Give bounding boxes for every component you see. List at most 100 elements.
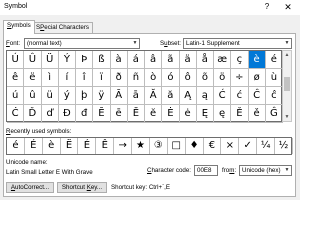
character-code-input[interactable]: 00E8 [194, 165, 218, 176]
scroll-up-icon[interactable]: ▲ [283, 51, 291, 59]
scroll-thumb[interactable] [284, 77, 290, 91]
recent-symbol[interactable]: € [204, 138, 222, 154]
recent-symbol[interactable]: Ê [96, 138, 115, 154]
symbol-cell[interactable]: ê [7, 69, 25, 87]
shortcut-key-button[interactable]: Shortcut Key... [57, 182, 107, 193]
help-button[interactable]: ? [262, 2, 272, 12]
symbol-cell[interactable]: ÿ [93, 87, 111, 105]
symbol-cell[interactable]: ö [214, 69, 232, 87]
font-label: Font: [6, 40, 20, 47]
symbol-cell[interactable]: Ü [41, 51, 59, 69]
symbol-cell[interactable]: đ [76, 105, 94, 123]
symbol-cell[interactable]: ø [248, 69, 266, 87]
shortcut-key-pre: Shortcut [61, 184, 87, 191]
symbol-cell[interactable]: ą [196, 87, 214, 105]
symbol-cell[interactable]: Ā [110, 87, 128, 105]
title-bar: Symbol ? ✕ [0, 0, 300, 15]
from-value: Unicode (hex) [242, 167, 281, 174]
from-dropdown[interactable]: Unicode (hex) ▼ [239, 165, 292, 176]
symbol-cell[interactable]: Đ [58, 105, 76, 123]
symbol-cell[interactable]: ì [41, 69, 59, 87]
symbol-cell[interactable]: ÷ [231, 69, 249, 87]
recent-symbol[interactable]: ★ [132, 138, 150, 154]
symbol-cell[interactable]: â [145, 51, 163, 69]
symbol-cell[interactable]: Ĝ [265, 105, 283, 123]
recent-symbol[interactable]: Ë [61, 138, 79, 154]
symbol-cell[interactable]: ô [179, 69, 197, 87]
symbol-cell[interactable]: Ý [58, 51, 76, 69]
symbol-cell[interactable]: ä [179, 51, 197, 69]
symbol-cell-selected[interactable]: è [248, 51, 266, 69]
symbol-cell[interactable]: Ē [93, 105, 111, 123]
recent-symbol[interactable]: □ [168, 138, 186, 154]
symbol-cell[interactable]: ß [93, 51, 111, 69]
symbol-cell[interactable]: û [24, 87, 42, 105]
symbol-cell[interactable]: ć [231, 87, 249, 105]
symbol-cell[interactable]: ę [214, 105, 232, 123]
symbol-cell[interactable]: Ď [24, 105, 42, 123]
symbol-cell[interactable]: Ě [231, 105, 249, 123]
tab-symbols[interactable]: Symbols [3, 20, 35, 34]
autocorrect-button[interactable]: AutoCorrect... [6, 182, 54, 193]
symbol-cell[interactable]: ē [110, 105, 128, 123]
subset-label-rest: bset: [167, 40, 182, 47]
symbol-cell[interactable]: ā [127, 87, 145, 105]
symbol-cell[interactable]: ò [145, 69, 163, 87]
recent-symbol[interactable]: É [25, 138, 43, 154]
symbol-cell[interactable]: ü [41, 87, 59, 105]
grid-scrollbar[interactable]: ▲ ▼ [282, 50, 292, 122]
window-title: Symbol [4, 3, 28, 10]
recent-symbol[interactable]: é [7, 138, 25, 154]
symbol-cell[interactable]: õ [196, 69, 214, 87]
font-dropdown[interactable]: (normal text) ▼ [24, 38, 140, 49]
symbol-cell[interactable]: Ă [145, 87, 163, 105]
symbol-cell[interactable]: ç [231, 51, 249, 69]
symbol-cell[interactable]: ĕ [145, 105, 163, 123]
recent-symbol[interactable]: ✓ [239, 138, 258, 154]
symbol-cell[interactable]: Ą [179, 87, 197, 105]
symbol-cell[interactable]: í [58, 69, 76, 87]
tab-special-characters[interactable]: SPecial Characters [32, 22, 93, 33]
symbol-cell[interactable]: ė [179, 105, 197, 123]
recent-symbol[interactable]: ½ [275, 138, 293, 154]
symbol-cell[interactable]: ă [162, 87, 180, 105]
recent-symbol[interactable]: → [114, 138, 133, 154]
close-button[interactable]: ✕ [282, 2, 294, 12]
scroll-down-icon[interactable]: ▼ [283, 113, 291, 121]
recent-symbol[interactable]: × [221, 138, 240, 154]
symbol-cell[interactable]: ý [58, 87, 76, 105]
symbol-cell[interactable]: ù [265, 69, 283, 87]
symbol-cell[interactable]: Þ [76, 51, 94, 69]
symbol-cell[interactable]: Ć [214, 87, 232, 105]
symbol-cell[interactable]: ó [162, 69, 180, 87]
symbol-cell[interactable]: á [127, 51, 145, 69]
symbol-cell[interactable]: ď [41, 105, 59, 123]
symbol-cell[interactable]: Ċ [7, 105, 25, 123]
recent-symbol[interactable]: ¼ [257, 138, 276, 154]
symbol-cell[interactable]: æ [214, 51, 232, 69]
symbol-cell[interactable]: ã [162, 51, 180, 69]
subset-dropdown[interactable]: Latin-1 Supplement ▼ [183, 38, 292, 49]
symbol-cell[interactable]: å [196, 51, 214, 69]
symbol-cell[interactable]: ě [248, 105, 266, 123]
recent-symbol[interactable]: É [78, 138, 97, 154]
symbol-cell[interactable]: þ [76, 87, 94, 105]
symbol-cell[interactable]: é [265, 51, 283, 69]
recent-symbol[interactable]: ③ [150, 138, 168, 154]
symbol-cell[interactable]: Ú [7, 51, 25, 69]
recent-symbol[interactable]: è [43, 138, 61, 154]
symbol-cell[interactable]: Û [24, 51, 42, 69]
symbol-cell[interactable]: ĉ [265, 87, 283, 105]
symbol-cell[interactable]: à [110, 51, 128, 69]
recent-symbol[interactable]: ♦ [186, 138, 204, 154]
symbol-cell[interactable]: ú [7, 87, 25, 105]
symbol-cell[interactable]: Ĕ [127, 105, 145, 123]
symbol-cell[interactable]: Ė [162, 105, 180, 123]
symbol-cell[interactable]: ë [24, 69, 42, 87]
symbol-cell[interactable]: î [76, 69, 94, 87]
symbol-cell[interactable]: ð [110, 69, 128, 87]
symbol-cell[interactable]: Ĉ [248, 87, 266, 105]
symbol-cell[interactable]: ï [93, 69, 111, 87]
symbol-cell[interactable]: ñ [127, 69, 145, 87]
symbol-cell[interactable]: Ę [196, 105, 214, 123]
